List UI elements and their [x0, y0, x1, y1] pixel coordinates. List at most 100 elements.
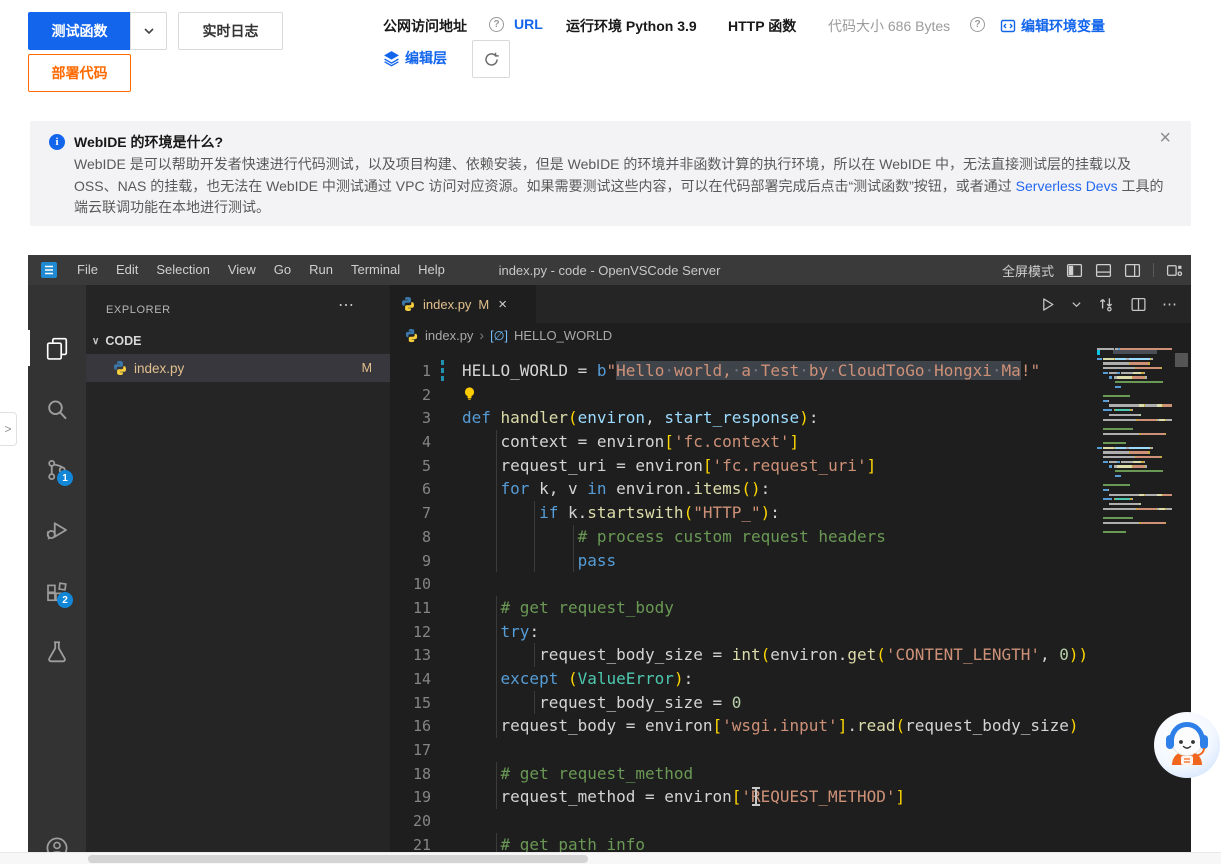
menu-bar: File Edit Selection View Go Run Terminal…: [68, 255, 454, 285]
tab-indexpy[interactable]: index.py M ×: [390, 285, 536, 323]
explorer-more-icon[interactable]: ⋯: [338, 295, 355, 315]
code-line[interactable]: 15 request_body_size = 0: [390, 691, 1191, 715]
http-function-label: HTTP 函数: [728, 16, 796, 36]
banner-close-icon[interactable]: ×: [1159, 127, 1171, 150]
menu-terminal[interactable]: Terminal: [342, 255, 409, 285]
accounts-icon[interactable]: [45, 836, 69, 852]
menu-run[interactable]: Run: [300, 255, 342, 285]
expand-panel-button[interactable]: >: [0, 412, 17, 446]
modified-badge: M: [362, 361, 372, 375]
toggle-panel-icon[interactable]: [1095, 262, 1112, 279]
help-question-icon[interactable]: ?: [970, 17, 985, 32]
menu-view[interactable]: View: [219, 255, 265, 285]
code-line[interactable]: 18 # get request_method: [390, 762, 1191, 786]
folder-code[interactable]: ∨ CODE: [86, 330, 390, 352]
code-line[interactable]: 21 # get path info: [390, 833, 1191, 852]
explorer-header: EXPLORER: [106, 304, 171, 316]
customize-layout-icon[interactable]: [1166, 262, 1183, 279]
code-size-label: 代码大小 686 Bytes: [828, 16, 950, 36]
menu-help[interactable]: Help: [409, 255, 454, 285]
explorer-sidebar: EXPLORER ⋯ ∨ CODE index.py M: [86, 285, 390, 852]
explorer-icon[interactable]: [45, 336, 69, 360]
code-line[interactable]: 16 request_body = environ['wsgi.input'].…: [390, 714, 1191, 738]
python-file-icon: [400, 296, 416, 312]
editor-group: index.py M × ⋯ index.py ›: [390, 285, 1191, 852]
runtime-label: 运行环境 Python 3.9: [566, 16, 697, 36]
edit-env-vars-link[interactable]: 编辑环境变量: [1000, 16, 1105, 36]
code-line[interactable]: 6 for k, v in environ.items():: [390, 477, 1191, 501]
lightbulb-icon[interactable]: [462, 385, 477, 401]
menu-file[interactable]: File: [68, 255, 107, 285]
split-editor-icon[interactable]: [1130, 296, 1147, 313]
python-file-icon: [404, 328, 419, 343]
url-link[interactable]: URL: [514, 16, 543, 32]
testing-icon[interactable]: [45, 640, 69, 664]
refresh-icon: [483, 51, 500, 68]
code-line[interactable]: 8 # process custom request headers: [390, 525, 1191, 549]
code-line[interactable]: 2: [390, 383, 1191, 407]
toggle-sidebar-icon[interactable]: [1066, 262, 1083, 279]
menu-edit[interactable]: Edit: [107, 255, 147, 285]
code-line[interactable]: 12 try:: [390, 620, 1191, 644]
toggle-secondary-sidebar-icon[interactable]: [1124, 262, 1141, 279]
webide-window: File Edit Selection View Go Run Terminal…: [28, 255, 1191, 852]
tab-bar: index.py M × ⋯: [390, 285, 1191, 323]
breadcrumb-symbol[interactable]: HELLO_WORLD: [514, 328, 612, 343]
code-line[interactable]: 4 context = environ['fc.context']: [390, 430, 1191, 454]
code-line[interactable]: 20: [390, 809, 1191, 833]
code-line[interactable]: 17: [390, 738, 1191, 762]
horizontal-scrollbar[interactable]: [0, 852, 1221, 864]
tab-label: index.py: [423, 297, 471, 312]
chevron-down-icon: [142, 24, 156, 38]
test-function-button[interactable]: 测试函数: [28, 12, 131, 50]
run-python-file-icon[interactable]: [1039, 296, 1056, 313]
code-line[interactable]: 13 request_body_size = int(environ.get('…: [390, 643, 1191, 667]
symbol-variable-icon: [∅]: [490, 328, 508, 343]
menu-selection[interactable]: Selection: [147, 255, 218, 285]
webide-info-banner: i WebIDE 的环境是什么? × WebIDE 是可以帮助开发者快速进行代码…: [30, 121, 1191, 226]
breadcrumb-file[interactable]: index.py: [425, 328, 473, 343]
source-control-icon[interactable]: 1: [45, 458, 69, 482]
scrollbar-thumb[interactable]: [1175, 353, 1188, 367]
code-line[interactable]: 10: [390, 572, 1191, 596]
realtime-logs-button[interactable]: 实时日志: [178, 12, 283, 50]
open-changes-icon[interactable]: [1097, 295, 1115, 313]
refresh-button[interactable]: [472, 40, 510, 78]
code-line[interactable]: 1HELLO_WORLD = b"Hello·world,·a·Test·by·…: [390, 359, 1191, 383]
code-line[interactable]: 19 request_method = environ['REQUEST_MET…: [390, 785, 1191, 809]
search-icon[interactable]: [45, 398, 69, 422]
help-question-icon[interactable]: ?: [489, 17, 504, 32]
code-editor[interactable]: 1HELLO_WORLD = b"Hello·world,·a·Test·by·…: [390, 347, 1191, 852]
code-line[interactable]: 11 # get request_body: [390, 596, 1191, 620]
activity-bar: 1 2: [28, 285, 86, 852]
file-item-indexpy[interactable]: index.py M: [86, 354, 390, 382]
scm-badge: 1: [57, 470, 73, 486]
support-mascot[interactable]: [1153, 711, 1221, 779]
code-line[interactable]: 14 except (ValueError):: [390, 667, 1191, 691]
fullscreen-mode-button[interactable]: 全屏模式: [1002, 261, 1054, 280]
text-cursor: [755, 787, 757, 806]
edit-layers-link[interactable]: 编辑层: [383, 48, 447, 68]
run-dropdown-icon[interactable]: [1071, 299, 1082, 310]
editor-more-actions-icon[interactable]: ⋯: [1162, 295, 1177, 313]
chevron-down-icon: ∨: [92, 336, 99, 347]
run-debug-icon[interactable]: [45, 518, 69, 542]
extensions-icon[interactable]: 2: [45, 580, 69, 604]
code-line[interactable]: 3def handler(environ, start_response):: [390, 406, 1191, 430]
extensions-badge: 2: [57, 592, 73, 608]
openvscode-logo-icon: [40, 261, 58, 279]
tab-close-icon[interactable]: ×: [498, 296, 507, 313]
code-lines: 1HELLO_WORLD = b"Hello·world,·a·Test·by·…: [390, 347, 1191, 852]
breadcrumbs: index.py › [∅] HELLO_WORLD: [390, 323, 1191, 347]
divider: [1153, 263, 1154, 277]
code-line[interactable]: 9 pass: [390, 549, 1191, 573]
code-line[interactable]: 5 request_uri = environ['fc.request_uri'…: [390, 454, 1191, 478]
info-icon: i: [49, 134, 65, 150]
file-name: index.py: [134, 361, 184, 376]
serverless-devs-link[interactable]: Serverless Devs: [1016, 178, 1118, 194]
code-line[interactable]: 7 if k.startswith("HTTP_"):: [390, 501, 1191, 525]
menu-go[interactable]: Go: [265, 255, 300, 285]
deploy-code-button[interactable]: 部署代码: [28, 54, 131, 92]
horizontal-scrollbar-thumb[interactable]: [88, 855, 588, 863]
test-function-dropdown-button[interactable]: [130, 12, 167, 50]
